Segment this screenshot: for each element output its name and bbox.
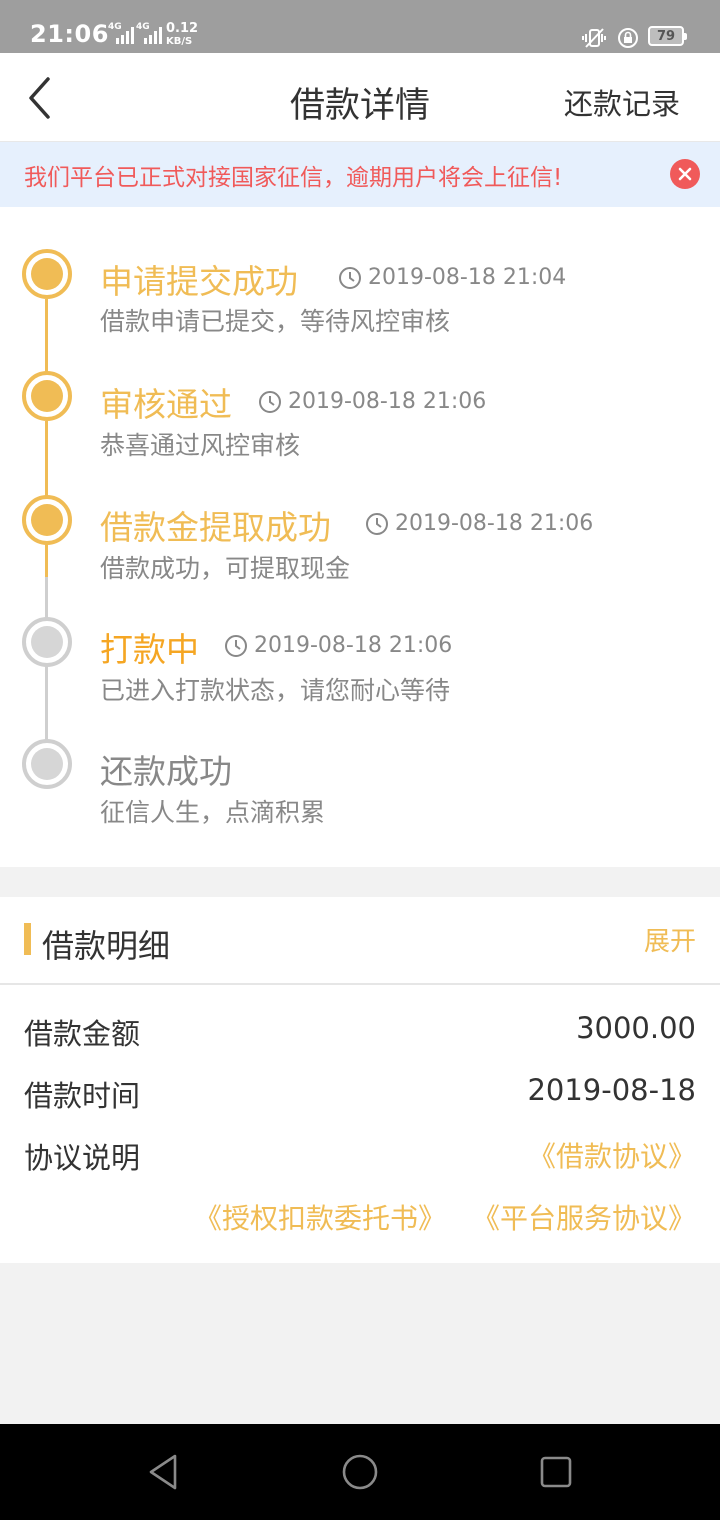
step-description: 借款申请已提交，等待风控审核	[100, 307, 451, 336]
system-nav-bar	[0, 1424, 720, 1520]
rotation-lock-icon	[618, 28, 638, 48]
step-done-dot-icon	[22, 495, 72, 545]
signal-icon: 4G	[108, 22, 136, 44]
triangle-back-icon[interactable]	[143, 1451, 185, 1493]
status-time: 21:06	[30, 20, 109, 48]
step-title: 还款成功	[100, 752, 232, 791]
close-circle-icon[interactable]	[670, 159, 700, 189]
loan-detail-header: 借款明细 展开	[0, 897, 720, 985]
status-bar: 21:06 4G 4G 0.12 KB/S 79	[0, 0, 720, 53]
step-time: 2019-08-18 21:06	[258, 389, 486, 414]
step-time: 2019-08-18 21:04	[338, 265, 566, 290]
platform-service-agreement-link[interactable]: 《平台服务协议》	[472, 1197, 696, 1237]
step-time: 2019-08-18 21:06	[224, 633, 452, 658]
signal-icon: 4G	[136, 22, 164, 44]
step-title: 审核通过	[100, 385, 232, 424]
clock-icon	[225, 634, 247, 657]
clock-icon	[366, 512, 388, 535]
loan-detail-card: 借款明细 展开 借款金额 3000.00 借款时间 2019-08-18 协议说…	[0, 897, 720, 1263]
loan-amount-label: 借款金额	[24, 1017, 141, 1051]
battery-icon: 79	[648, 26, 687, 46]
repayment-record-button[interactable]: 还款记录	[564, 81, 680, 123]
step-description: 已进入打款状态，请您耐心等待	[100, 676, 451, 705]
loan-detail-title: 借款明细	[42, 927, 171, 965]
loan-date-label: 借款时间	[24, 1079, 141, 1113]
expand-button[interactable]: 展开	[644, 921, 696, 958]
step-title: 借款金提取成功	[100, 508, 331, 547]
app-header: 借款详情 还款记录	[0, 53, 720, 142]
timeline-connector	[45, 543, 48, 577]
timeline-connector	[45, 299, 48, 375]
loan-date-value: 2019-08-18	[527, 1073, 696, 1107]
step-description: 恭喜通过风控审核	[100, 431, 301, 460]
loan-progress-timeline: 申请提交成功 2019-08-18 21:04 借款申请已提交，等待风控审核 审…	[0, 207, 720, 867]
loan-amount-value: 3000.00	[576, 1011, 696, 1045]
accent-bar	[24, 923, 31, 955]
notice-banner: 我们平台已正式对接国家征信，逾期用户将会上征信!	[0, 142, 720, 207]
step-description: 借款成功，可提取现金	[100, 554, 351, 583]
step-pending-dot-icon	[22, 617, 72, 667]
network-speed: 0.12 KB/S	[166, 21, 199, 47]
loan-agreement-link[interactable]: 《借款协议》	[528, 1135, 696, 1175]
circle-home-icon[interactable]	[339, 1451, 381, 1493]
notice-text: 我们平台已正式对接国家征信，逾期用户将会上征信!	[24, 165, 563, 191]
timeline-connector	[45, 665, 48, 741]
step-title: 打款中	[100, 630, 199, 669]
debit-authorization-link[interactable]: 《授权扣款委托书》	[194, 1197, 446, 1237]
agreement-label: 协议说明	[24, 1141, 141, 1175]
clock-icon	[339, 266, 361, 289]
step-done-dot-icon	[22, 371, 72, 421]
chevron-left-icon[interactable]	[16, 71, 70, 125]
step-description: 征信人生，点滴积累	[100, 798, 326, 827]
clock-icon	[259, 390, 281, 413]
vibrate-icon	[582, 28, 606, 48]
step-done-dot-icon	[22, 249, 72, 299]
step-title: 申请提交成功	[100, 262, 298, 301]
timeline-connector	[45, 577, 48, 619]
square-recents-icon[interactable]	[535, 1451, 577, 1493]
timeline-connector	[45, 421, 48, 497]
step-time: 2019-08-18 21:06	[365, 511, 593, 536]
step-pending-dot-icon	[22, 739, 72, 789]
